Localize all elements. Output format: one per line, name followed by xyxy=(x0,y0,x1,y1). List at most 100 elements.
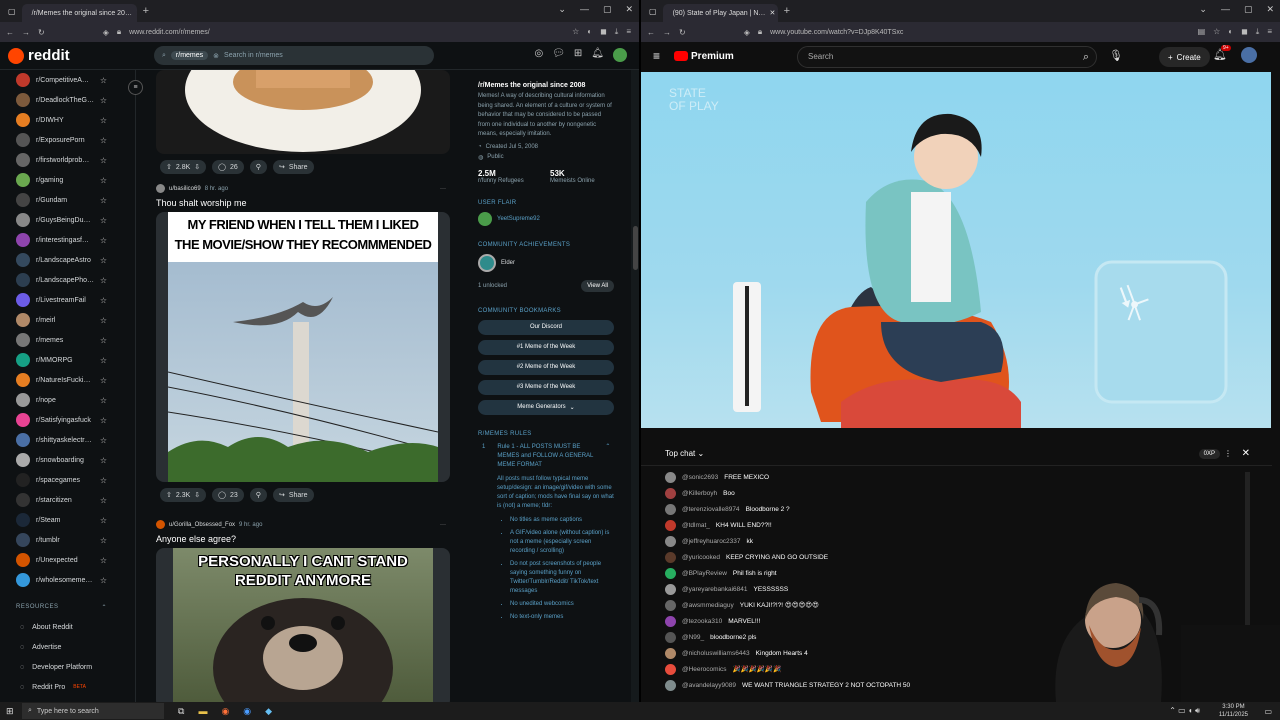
pocket-icon[interactable]: ◐ xyxy=(1228,27,1233,37)
bookmark-button[interactable]: Meme Generators ⌄ xyxy=(478,399,614,415)
star-bookmark-icon[interactable]: ☆ xyxy=(1213,27,1220,37)
search-button[interactable]: ⌕ xyxy=(1069,46,1103,68)
create-post-icon[interactable]: ⊞ xyxy=(574,48,582,62)
sidebar-item-community[interactable]: r/firstworldprob… ☆ xyxy=(0,150,135,170)
comments-button[interactable]: ◯ 23 xyxy=(212,488,244,502)
create-button[interactable]: + Create xyxy=(1159,47,1210,67)
chat-author[interactable]: @Heerocomics xyxy=(682,666,727,673)
chat-author[interactable]: @avandelayy9089 xyxy=(682,682,736,689)
downloads-icon[interactable]: ⤓ xyxy=(615,27,619,37)
star-icon[interactable]: ☆ xyxy=(100,376,107,385)
resources-header[interactable]: RESOURCES ⌃ xyxy=(0,590,135,617)
chat-author[interactable]: @tezooka310 xyxy=(682,618,722,625)
microphone-icon[interactable]: 🎙︎ xyxy=(1109,49,1123,62)
star-icon[interactable]: ☆ xyxy=(100,156,107,165)
bookmark-button[interactable]: #3 Meme of the Week xyxy=(478,379,614,395)
chat-avatar[interactable] xyxy=(665,599,676,611)
more-options-icon[interactable]: ⋮ xyxy=(1224,449,1232,458)
sidebar-item-community[interactable]: r/wholesomeme… ☆ xyxy=(0,570,135,590)
star-icon[interactable]: ☆ xyxy=(100,176,107,185)
user-avatar[interactable] xyxy=(1241,47,1257,63)
chat-author[interactable]: @awsmmediaguy xyxy=(682,602,734,609)
downloads-icon[interactable]: ⤓ xyxy=(1256,27,1260,37)
reload-icon[interactable]: ↻ xyxy=(38,28,45,37)
chat-author[interactable]: @yareyarebankai6841 xyxy=(682,586,748,593)
close-tab-icon[interactable]: ✕ xyxy=(769,9,775,17)
star-icon[interactable]: ☆ xyxy=(100,316,107,325)
author-name[interactable]: u/Gorilla_Obsessed_Fox xyxy=(169,522,235,528)
search-community-chip[interactable]: r/memes xyxy=(170,51,209,60)
forward-icon[interactable]: → xyxy=(663,28,671,37)
user-flair[interactable]: YeetSupreme92 xyxy=(478,211,614,226)
reddit-search[interactable]: ⌕ r/memes ⊗ Search in r/memes xyxy=(154,46,434,65)
vote-pill[interactable]: ⇧ 2.3K ⇩ xyxy=(160,488,207,502)
chat-avatar[interactable] xyxy=(665,631,676,643)
chat-avatar[interactable] xyxy=(665,519,676,531)
resource-item[interactable]: ◌ Developer Platform xyxy=(0,657,135,677)
sidebar-item-community[interactable]: r/DIWHY ☆ xyxy=(0,110,135,130)
chat-mode-dropdown[interactable]: Top chat ⌄ xyxy=(665,449,704,458)
firefox-icon[interactable]: ◉ xyxy=(221,706,229,717)
resource-item[interactable]: ◌ About Reddit xyxy=(0,617,135,637)
more-options-icon[interactable]: ··· xyxy=(440,522,446,528)
bookmark-button[interactable]: #1 Meme of the Week xyxy=(478,339,614,355)
shield-icon[interactable]: ◈ xyxy=(103,28,109,37)
star-icon[interactable]: ☆ xyxy=(100,336,107,345)
minimize-icon[interactable]: — xyxy=(580,4,589,15)
tab-list-icon[interactable]: ▢ xyxy=(649,7,657,16)
star-icon[interactable]: ☆ xyxy=(100,136,107,145)
hamburger-menu-icon[interactable]: ≡ xyxy=(653,49,660,63)
sidebar-item-community[interactable]: r/CompetitiveA… ☆ xyxy=(0,70,135,90)
chat-author[interactable]: @N99_ xyxy=(682,634,704,641)
new-tab-button[interactable]: + xyxy=(784,5,790,17)
taskbar-clock[interactable]: 3:30 PM 11/11/2025 xyxy=(1219,703,1248,719)
tabs-dropdown-icon[interactable]: ⌄ xyxy=(558,4,566,15)
chat-avatar[interactable] xyxy=(665,487,676,499)
maximize-icon[interactable]: ▢ xyxy=(603,4,612,15)
sidebar-item-community[interactable]: r/ExposurePorn ☆ xyxy=(0,130,135,150)
sidebar-item-community[interactable]: r/LandscapePho… ☆ xyxy=(0,270,135,290)
star-icon[interactable]: ☆ xyxy=(100,476,107,485)
star-icon[interactable]: ☆ xyxy=(100,456,107,465)
close-window-icon[interactable]: ✕ xyxy=(1266,4,1274,15)
sidebar-item-community[interactable]: r/interestingasf… ☆ xyxy=(0,230,135,250)
downvote-icon[interactable]: ⇩ xyxy=(194,491,200,499)
lock-icon[interactable]: 🔒︎ xyxy=(758,27,762,37)
youtube-logo[interactable]: Premium xyxy=(674,51,734,62)
chat-author[interactable]: @nicholuswilliams6443 xyxy=(682,650,750,657)
extension-icon[interactable]: ◼ xyxy=(1241,27,1248,37)
share-button[interactable]: ↪ Share xyxy=(272,488,314,502)
lock-icon[interactable]: 🔒︎ xyxy=(117,27,121,37)
system-tray-icons[interactable]: ⌃ ▭ ◖ 🔊︎ xyxy=(1169,706,1200,716)
sidebar-item-community[interactable]: r/snowboarding ☆ xyxy=(0,450,135,470)
star-icon[interactable]: ☆ xyxy=(100,256,107,265)
post-image[interactable] xyxy=(156,70,450,154)
sidebar-item-community[interactable]: r/meirl ☆ xyxy=(0,310,135,330)
star-icon[interactable]: ☆ xyxy=(100,196,107,205)
tab-youtube[interactable]: (90) State of Play Japan | N… ✕ xyxy=(662,4,778,22)
sidebar-item-community[interactable]: r/NatureIsFucki… ☆ xyxy=(0,370,135,390)
menu-icon[interactable]: ≡ xyxy=(626,27,631,37)
sidebar-item-community[interactable]: r/tumblr ☆ xyxy=(0,530,135,550)
chat-avatar[interactable] xyxy=(665,679,676,691)
resource-item[interactable]: ◌ Advertise xyxy=(0,637,135,657)
author-name[interactable]: u/basilico69 xyxy=(169,186,201,192)
rule-1[interactable]: 1 Rule 1 - ALL POSTS MUST BE MEMES and F… xyxy=(478,443,614,470)
share-button[interactable]: ↪ Share xyxy=(272,160,314,174)
resource-item[interactable]: ◌ Reddit Pro BETA xyxy=(0,677,135,697)
chat-author[interactable]: @yuricooked xyxy=(682,554,720,561)
star-icon[interactable]: ☆ xyxy=(100,496,107,505)
notification-center-icon[interactable]: ▭ xyxy=(1264,707,1272,716)
star-icon[interactable]: ☆ xyxy=(100,536,107,545)
chat-author[interactable]: @terenziovalle8974 xyxy=(682,506,740,513)
clear-chip-icon[interactable]: ⊗ xyxy=(213,52,219,60)
file-explorer-icon[interactable]: ▬ xyxy=(198,706,207,716)
chat-avatar[interactable] xyxy=(665,535,676,547)
upvote-icon[interactable]: ⇧ xyxy=(166,163,172,171)
star-icon[interactable]: ☆ xyxy=(100,576,107,585)
reader-view-icon[interactable]: ▤ xyxy=(1198,27,1206,37)
search-input[interactable]: Search in r/memes xyxy=(224,52,283,59)
star-icon[interactable]: ☆ xyxy=(100,396,107,405)
tabs-dropdown-icon[interactable]: ⌄ xyxy=(1199,4,1207,15)
ads-icon[interactable]: ◎ xyxy=(534,48,543,62)
